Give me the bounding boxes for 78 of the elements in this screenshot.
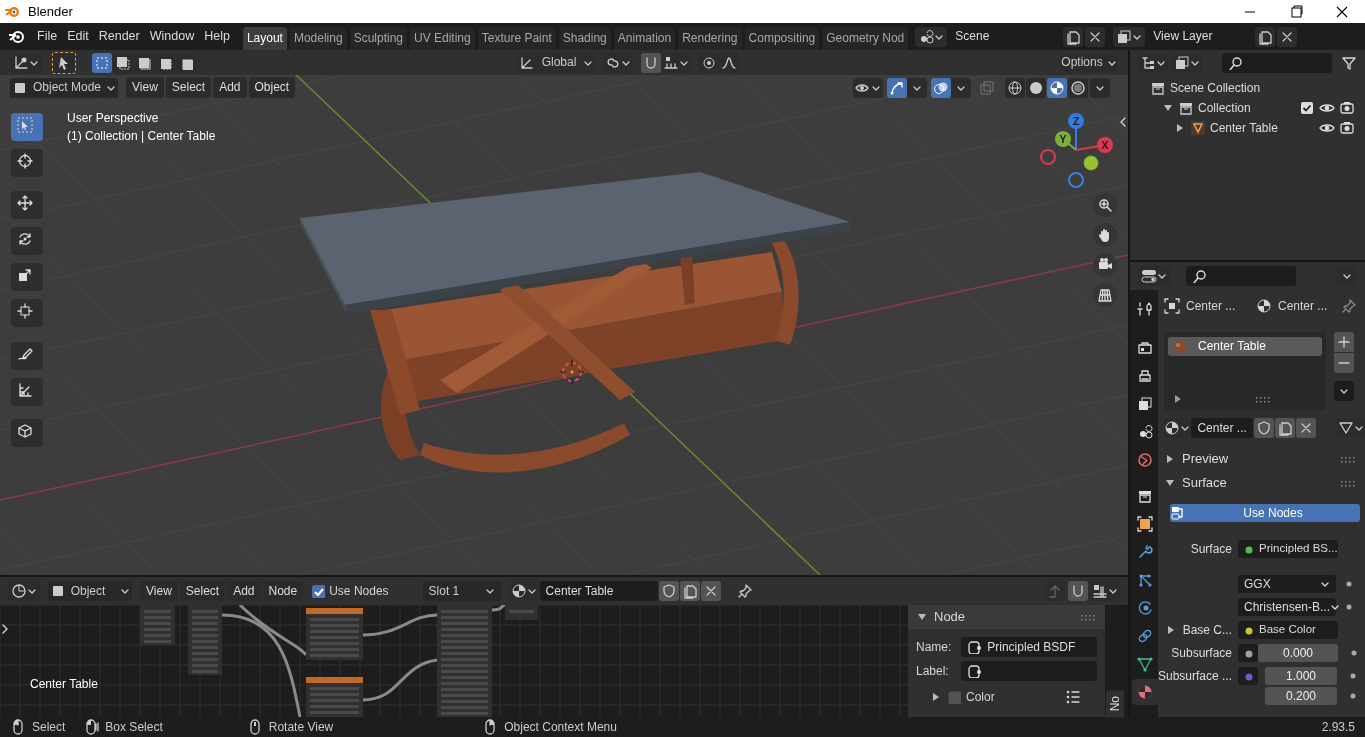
menu-item[interactable]: Node <box>262 580 304 602</box>
viewport-panel[interactable]: Global Options Object Mode View Select Add Object User Perspective (1) Collection | Center Table X Y Z <box>0 50 1128 575</box>
mode-dropdown[interactable]: Object Mode <box>10 77 118 98</box>
dropdown-field[interactable]: GGX <box>1238 575 1336 593</box>
field-label: Subsurface ... <box>1157 668 1232 684</box>
orientation-dropdown[interactable]: Global <box>517 52 595 73</box>
axis-label: Z <box>1072 115 1080 127</box>
version-label: 2.93.5 <box>1321 719 1355 735</box>
use-nodes-button[interactable]: Use Nodes <box>1170 504 1360 522</box>
dropdown-value: GGX <box>1244 576 1271 592</box>
dropdown-value: Global <box>541 55 577 70</box>
dropdown-value: Slot 1 <box>428 583 460 599</box>
menu-item[interactable]: Add <box>227 580 261 602</box>
workspace-tab[interactable]: Layout <box>242 27 287 50</box>
workspace-tab[interactable]: Animation <box>613 27 676 50</box>
field-label: Label: <box>916 663 950 679</box>
status-hint: Box Select <box>105 719 163 735</box>
shader-type-dropdown[interactable]: Object <box>48 581 132 601</box>
menu-item[interactable]: Edit <box>62 27 94 46</box>
navigation-gizmo[interactable]: X Y Z <box>1040 113 1113 188</box>
options-dropdown[interactable]: Options <box>1060 52 1118 73</box>
status-hint: Select <box>32 719 66 735</box>
menu-item[interactable]: Select <box>179 580 226 602</box>
workspace-tab[interactable]: UV Editing <box>410 27 475 50</box>
menu-item[interactable]: Select <box>165 77 212 98</box>
color-checkbox[interactable]: Color <box>947 689 995 705</box>
dropdown-value: Object Mode <box>32 80 101 95</box>
menu-item[interactable]: View <box>140 580 178 602</box>
axis-label: X <box>1101 139 1109 151</box>
field-label: Surface <box>1190 541 1232 557</box>
menu-item[interactable]: Window <box>144 27 200 46</box>
shader-link-field[interactable]: Principled BS... <box>1238 540 1338 558</box>
dropdown-value: Christensen-B... <box>1244 599 1331 615</box>
workspace-tab[interactable]: Geometry Nod <box>822 27 909 50</box>
workspace-tab[interactable]: Texture Paint <box>477 27 556 50</box>
number-field[interactable]: 0.200 <box>1265 687 1337 705</box>
window-title: Blender <box>28 3 73 20</box>
menu-item[interactable]: View <box>126 77 164 98</box>
workspace-tab[interactable]: Sculpting <box>349 27 407 50</box>
menu-item[interactable]: File <box>32 27 63 46</box>
panel-title[interactable]: Preview <box>1182 451 1229 467</box>
menu-item[interactable]: Object <box>248 77 296 98</box>
shader-link-field[interactable]: Base Color <box>1238 621 1338 639</box>
menu-item[interactable]: Help <box>199 27 235 46</box>
tree-item-label[interactable]: Scene Collection <box>1170 80 1261 96</box>
material-name-field[interactable]: Center ... <box>1191 418 1253 438</box>
field-label: Subsurface <box>1171 645 1232 661</box>
viewport-info-text: (1) Collection | Center Table <box>67 129 216 144</box>
dropdown-field[interactable]: Christensen-B... <box>1238 598 1336 616</box>
workspace-tab[interactable]: Compositing <box>744 27 820 50</box>
node-tree-label: Center Table <box>30 677 98 692</box>
number-field[interactable]: 1.000 <box>1265 667 1337 685</box>
tree-item-label[interactable]: Collection <box>1198 100 1251 116</box>
menu-item[interactable]: Add <box>213 77 247 98</box>
panel-title[interactable]: Surface <box>1182 475 1227 491</box>
material-name-field[interactable]: Center Table <box>539 581 658 601</box>
workspace-tab[interactable]: Shading <box>558 27 611 50</box>
panel-title[interactable]: Node <box>934 609 966 625</box>
workspace-tab[interactable]: Rendering <box>678 27 742 50</box>
dropdown-value: Options <box>1061 55 1103 70</box>
field-label: Base C... <box>1182 622 1232 638</box>
status-hint: Object Context Menu <box>504 719 617 735</box>
material-slot[interactable]: Center Table <box>1168 337 1322 356</box>
node-name-field[interactable]: Principled BSDF <box>961 637 1097 657</box>
use-nodes-checkbox[interactable]: Use Nodes <box>311 583 389 599</box>
workspace-tab[interactable]: Modeling <box>289 27 347 50</box>
slot-dropdown[interactable]: Slot 1 <box>422 581 501 601</box>
status-hint: Rotate View <box>268 719 334 735</box>
dropdown-value: Object <box>70 583 106 599</box>
tree-item-label[interactable]: Center Table <box>1210 120 1278 136</box>
axis-label: Y <box>1059 133 1067 145</box>
breadcrumb-item[interactable]: Center ... <box>1186 298 1250 314</box>
breadcrumb-item[interactable]: Center ... <box>1278 298 1328 314</box>
viewport-info-text: User Perspective <box>67 111 160 126</box>
number-field[interactable]: 0.000 <box>1258 644 1338 662</box>
sidebar-tab[interactable]: No <box>1106 689 1124 717</box>
menu-item[interactable]: Render <box>93 27 145 46</box>
field-label: Name: <box>916 639 953 655</box>
